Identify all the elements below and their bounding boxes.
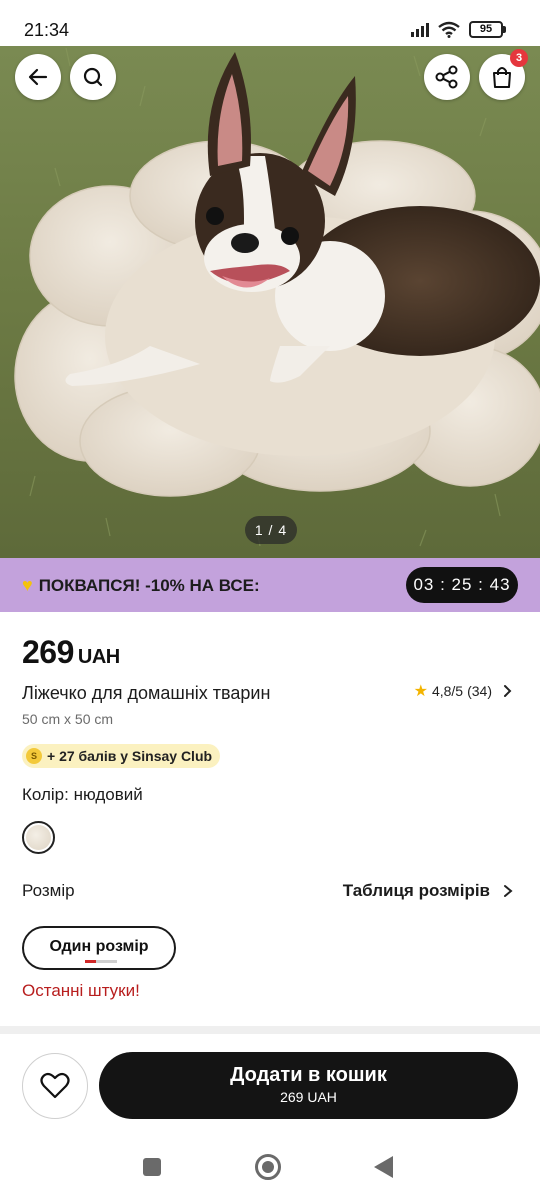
battery-icon: 95 (469, 21, 506, 38)
coin-icon: S (26, 748, 42, 764)
signal-icon (411, 22, 429, 37)
home-icon[interactable] (255, 1154, 281, 1180)
promo-banner[interactable]: ♥ ПОКВАПСЯ! -10% НА ВСЕ: 03 : 25 : 43 (0, 558, 540, 612)
yellow-heart-icon: ♥ (22, 575, 33, 595)
heart-icon (40, 1072, 70, 1099)
swatch-fill (26, 825, 51, 850)
add-to-cart-label: Додати в кошик (230, 1064, 387, 1086)
battery-level: 95 (469, 21, 503, 38)
countdown-timer: 03 : 25 : 43 (406, 567, 518, 603)
price-currency: UAH (77, 646, 120, 668)
status-time: 21:34 (24, 20, 70, 40)
product-photo (0, 46, 540, 558)
product-dimensions: 50 cm x 50 cm (22, 711, 114, 727)
size-option-one-size[interactable]: Один розмір (22, 926, 176, 970)
promo-text-wrap: ♥ ПОКВАПСЯ! -10% НА ВСЕ: (22, 575, 260, 596)
size-label: Розмір (22, 881, 75, 900)
color-label: Колір: нюдовий (22, 785, 143, 804)
cart-button[interactable]: 3 (479, 49, 528, 100)
share-icon (435, 65, 458, 89)
search-icon (83, 67, 103, 87)
chevron-right-icon (504, 885, 513, 897)
loyalty-text: + 27 балів у Sinsay Club (47, 748, 213, 764)
add-to-cart-price: 269 UAH (280, 1089, 337, 1105)
promo-text: ПОКВАПСЯ! -10% НА ВСЕ: (38, 575, 260, 595)
review-count: (34) (467, 683, 492, 699)
section-divider (0, 1026, 540, 1034)
back-triangle-icon[interactable] (374, 1156, 393, 1178)
size-chart-link[interactable]: Таблиця розмірів (343, 881, 514, 901)
system-nav-bar (0, 1140, 540, 1200)
product-gallery[interactable]: 3 1 / 4 (0, 46, 540, 558)
favorite-button[interactable] (22, 1053, 88, 1119)
chevron-right-icon (504, 685, 512, 697)
back-button[interactable] (15, 54, 61, 100)
status-bar: 21:34 95 (0, 0, 540, 46)
search-button[interactable] (70, 54, 116, 100)
product-title: Ліжечко для домашніх тварин (22, 683, 271, 703)
size-option-label: Один розмір (49, 938, 149, 955)
gallery-pager: 1 / 4 (245, 516, 297, 544)
recent-apps-icon[interactable] (143, 1158, 161, 1176)
arrow-left-icon (28, 68, 48, 86)
add-to-cart-button[interactable]: Додати в кошик 269 UAH (99, 1052, 518, 1119)
price-value: 269 (22, 634, 74, 670)
share-button[interactable] (424, 54, 470, 100)
rating-link[interactable]: ★ 4,8/5 (34) (414, 681, 514, 701)
stock-warning: Останні штуки! (22, 981, 140, 1000)
rating-value: 4,8/5 (431, 683, 464, 699)
loyalty-badge: S + 27 балів у Sinsay Club (22, 744, 221, 768)
product-price: 269 UAH (22, 634, 120, 671)
wifi-icon (438, 21, 460, 38)
size-chart-label: Таблиця розмірів (342, 881, 490, 900)
color-swatch-nude[interactable] (22, 821, 55, 854)
shopping-bag-icon (493, 67, 511, 88)
low-stock-indicator (85, 960, 117, 963)
status-icons: 95 (411, 21, 506, 38)
cart-count-badge: 3 (510, 49, 528, 67)
star-icon: ★ (413, 683, 428, 700)
